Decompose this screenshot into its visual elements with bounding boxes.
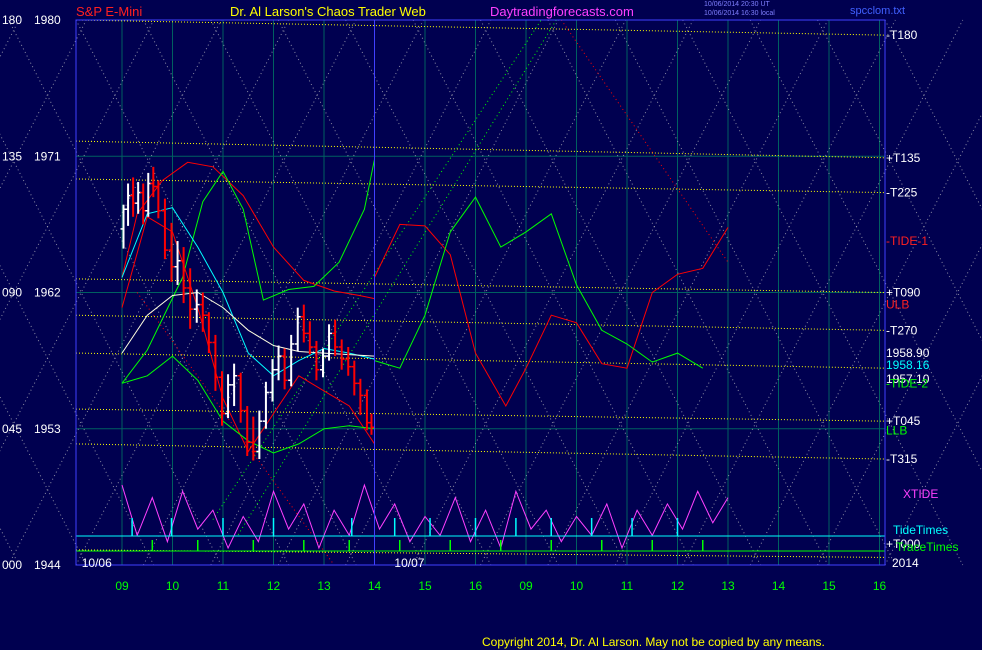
right-label-2: -T225	[886, 186, 918, 200]
y-tick-price-4: 1944	[34, 558, 61, 572]
x-tick-8: 09	[519, 579, 533, 593]
x-tick-5: 14	[368, 579, 382, 593]
copyright: Copyright 2014, Dr. Al Larson. May not b…	[482, 635, 825, 649]
right-label-0: -T180	[886, 28, 918, 42]
x-tick-12: 13	[721, 579, 735, 593]
x-tick-6: 15	[418, 579, 432, 593]
x-tick-3: 12	[267, 579, 281, 593]
right-label-13: -T315	[886, 452, 918, 466]
y-tick-price-0: 1980	[34, 13, 61, 27]
timestamp-ut: 10/06/2014 20:30 UT	[704, 1, 770, 8]
x-tick-15: 16	[873, 579, 887, 593]
x-tick-9: 10	[570, 579, 584, 593]
author-title: Dr. Al Larson's Chaos Trader Web	[230, 4, 426, 19]
y-tick-angle-0: 180	[2, 13, 22, 27]
timestamp-local: 10/06/2014 16:30 local	[704, 10, 775, 17]
x-tick-11: 12	[671, 579, 685, 593]
right-label-6: -T270	[886, 323, 918, 337]
right-label-8: 1958.16	[886, 358, 930, 372]
file-name: spcclom.txt	[850, 5, 906, 17]
instrument-title: S&P E-Mini	[76, 4, 143, 19]
right-label-12: LLB	[886, 423, 907, 437]
x-tick-10: 11	[621, 579, 634, 593]
y-tick-angle-4: 000	[2, 558, 22, 572]
site-title: Daytradingforecasts.com	[490, 4, 634, 19]
day-label-2: 10/07	[394, 556, 424, 570]
y-tick-angle-2: 090	[2, 286, 22, 300]
y-tick-price-1: 1971	[34, 149, 61, 163]
lower-label-0: XTIDE	[903, 487, 938, 501]
right-label-5: ULB	[886, 298, 909, 312]
right-label-10: -TIDE-2	[886, 376, 928, 390]
x-tick-2: 11	[217, 579, 230, 593]
y-tick-angle-1: 135	[2, 149, 22, 163]
x-tick-1: 10	[166, 579, 180, 593]
y-tick-angle-3: 045	[2, 422, 22, 436]
lower-label-3: TraceTimes	[896, 540, 958, 554]
right-label-3: -TIDE-1	[886, 234, 928, 248]
x-tick-7: 16	[469, 579, 483, 593]
day-label-1: 10/06	[82, 556, 112, 570]
year-label: 2014	[892, 556, 919, 570]
x-tick-4: 13	[317, 579, 331, 593]
lower-label-1: TideTimes	[893, 523, 948, 537]
x-tick-0: 09	[115, 579, 129, 593]
y-tick-price-2: 1962	[34, 286, 61, 300]
y-tick-price-3: 1953	[34, 422, 61, 436]
x-tick-13: 14	[772, 579, 786, 593]
chaos-trader-chart: 180 1980 135 1971 090 1962 045 1953 000 1944 09 10 1…	[0, 0, 982, 650]
right-label-1: +T135	[886, 151, 921, 165]
x-tick-14: 15	[822, 579, 836, 593]
